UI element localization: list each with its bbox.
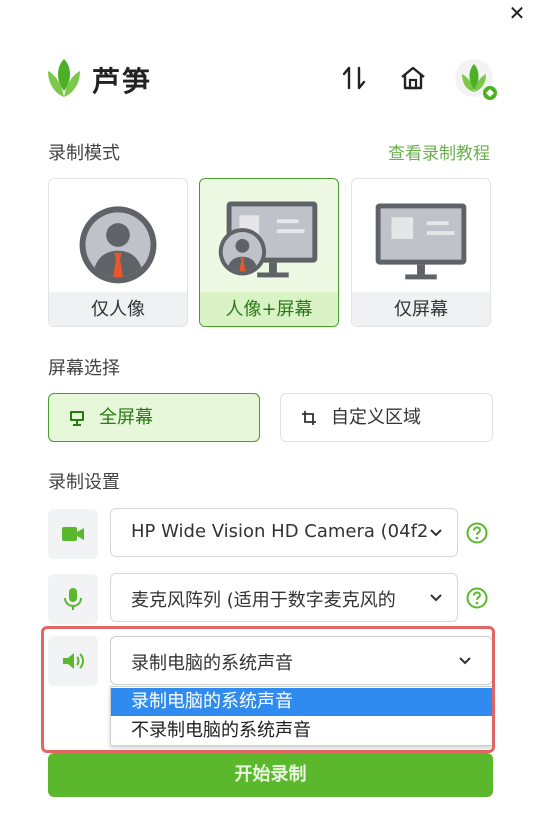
custom-area-button[interactable]: 自定义区域 <box>280 393 493 442</box>
record-settings-label: 录制设置 <box>48 472 120 493</box>
camera-select-value: HP Wide Vision HD Camera (04f2 <box>131 521 429 542</box>
screen-icon <box>375 203 467 280</box>
microphone-icon <box>64 588 82 610</box>
fullscreen-button[interactable]: 全屏幕 <box>48 393 260 442</box>
user-avatar[interactable] <box>454 58 498 102</box>
logo-icon <box>48 59 80 97</box>
chevron-down-icon <box>429 591 443 605</box>
camera-icon-box <box>48 509 98 559</box>
mode-card-portrait-screen[interactable]: 人像+屏幕 <box>199 178 339 327</box>
person-screen-icon <box>218 201 318 278</box>
monitor-icon <box>70 411 84 426</box>
crop-icon <box>302 411 316 425</box>
person-portrait-icon <box>79 206 157 284</box>
chevron-down-icon <box>429 526 443 540</box>
mode-label-portrait-only: 仅人像 <box>49 292 187 326</box>
mode-label-screen-only: 仅屏幕 <box>352 292 490 326</box>
microphone-select-value: 麦克风阵列 (适用于数字麦克风的 <box>131 590 396 611</box>
camera-select[interactable]: HP Wide Vision HD Camera (04f2 <box>110 508 458 557</box>
microphone-icon-box <box>48 574 98 624</box>
help-icon[interactable] <box>466 587 488 609</box>
home-icon[interactable] <box>399 64 427 92</box>
camera-icon <box>62 527 84 541</box>
app-title: 芦笋 <box>92 65 153 98</box>
help-icon[interactable] <box>466 522 488 544</box>
microphone-select[interactable]: 麦克风阵列 (适用于数字麦克风的 <box>110 573 458 622</box>
custom-area-label: 自定义区域 <box>331 407 421 428</box>
mode-label-portrait-screen: 人像+屏幕 <box>200 292 338 326</box>
screen-select-label: 屏幕选择 <box>48 358 120 379</box>
fullscreen-label: 全屏幕 <box>99 407 153 428</box>
highlight-box <box>41 626 495 753</box>
close-icon[interactable]: ✕ <box>506 2 528 24</box>
tutorial-link[interactable]: 查看录制教程 <box>388 139 490 164</box>
mode-card-portrait-only[interactable]: 仅人像 <box>48 178 188 327</box>
start-record-button[interactable]: 开始录制 <box>48 753 493 797</box>
swap-icon[interactable] <box>340 64 368 92</box>
record-mode-label: 录制模式 <box>48 143 120 164</box>
mode-card-screen-only[interactable]: 仅屏幕 <box>351 178 491 327</box>
